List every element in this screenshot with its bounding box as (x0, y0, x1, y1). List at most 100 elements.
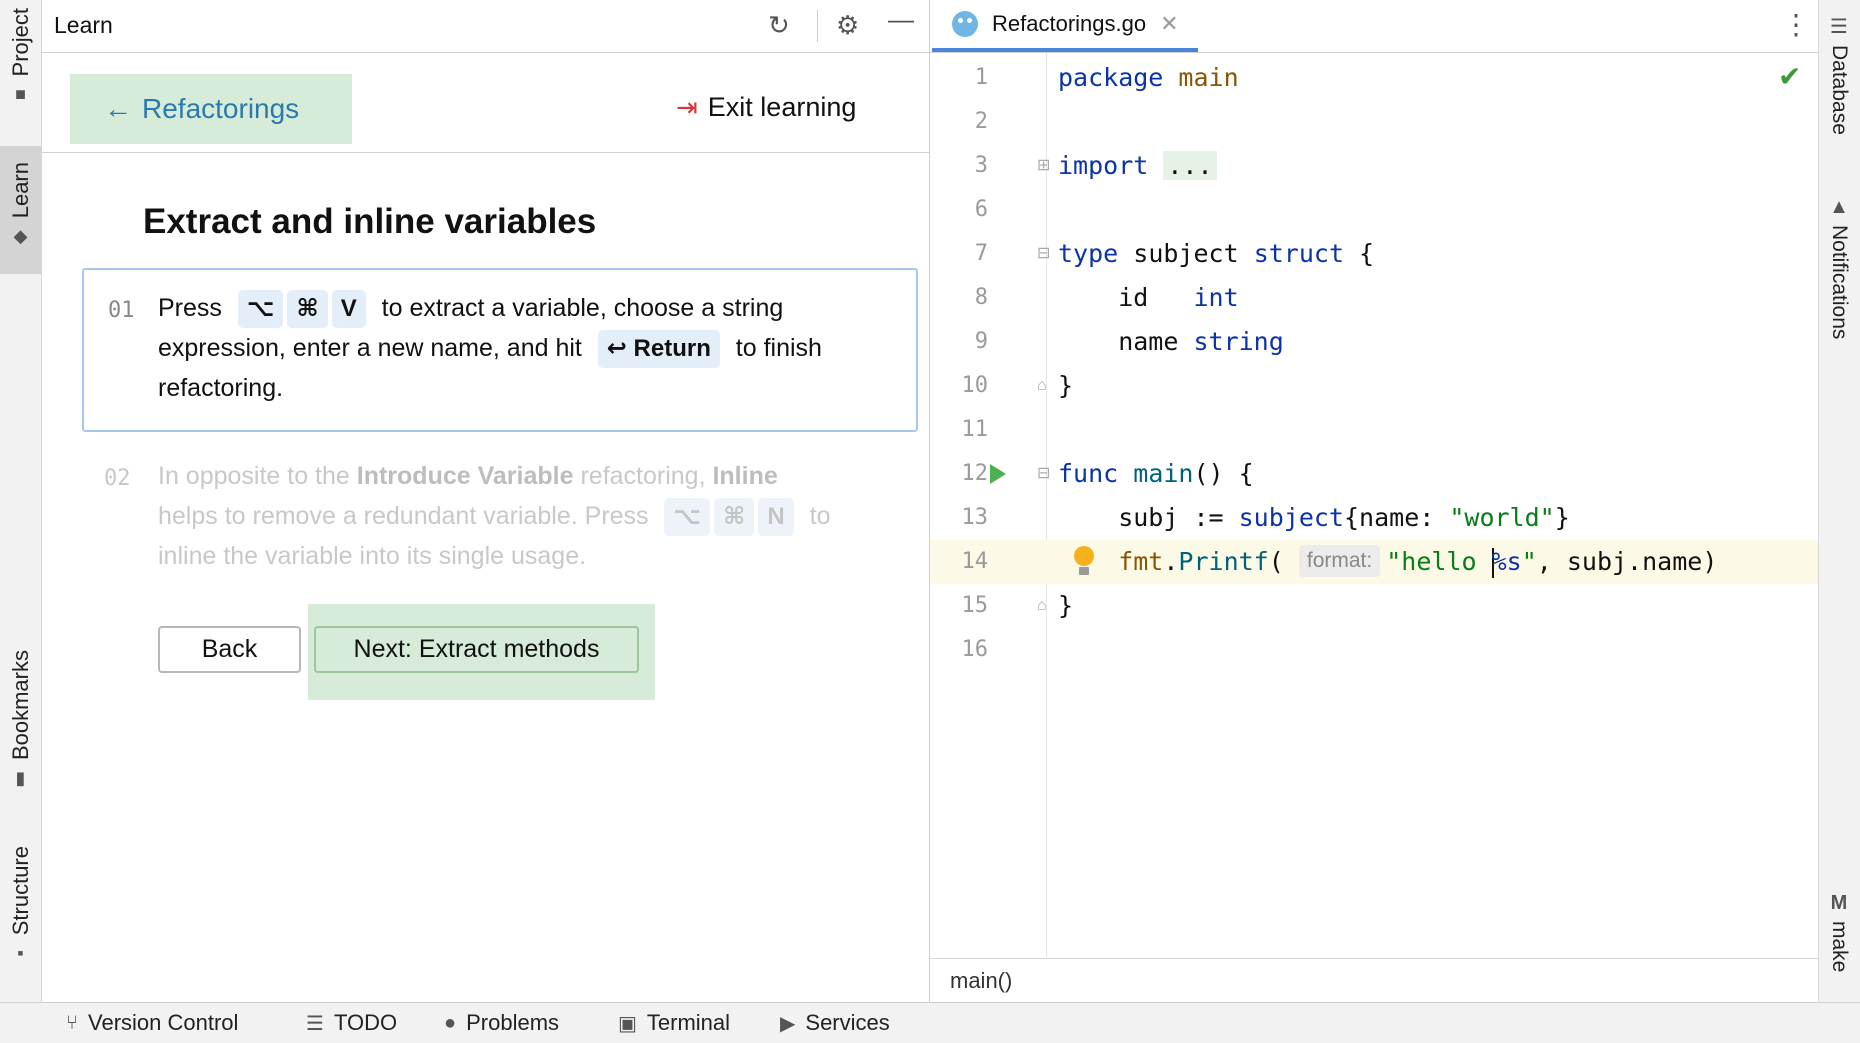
line-number: 9 (974, 329, 988, 354)
step-2-text-d: to (809, 502, 831, 530)
back-link-label: Refactorings (142, 93, 300, 124)
todo-label: TODO (333, 1010, 398, 1035)
services-icon: ▶ (780, 1012, 796, 1035)
code-text: fmt.Printf( format: "hello %s", subj.name… (1058, 545, 1718, 578)
fold-expand-icon[interactable]: ⊞ (1037, 144, 1050, 188)
code-line[interactable]: 6 (930, 188, 1818, 232)
run-icon[interactable] (990, 464, 1006, 484)
kbd-command-2: ⌘ (714, 498, 755, 536)
code-line[interactable]: 7 ⊟ type subject struct { (930, 232, 1818, 276)
learn-panel-header (42, 0, 929, 53)
database-tool-tab[interactable]: ☰ Database (1818, 14, 1860, 164)
bottom-tool-bar (0, 1002, 1860, 1043)
fold-end-icon[interactable]: ⌂ (1037, 364, 1047, 408)
step-2-bold-a: Introduce Variable (356, 462, 574, 490)
line-number: 13 (961, 505, 989, 530)
problems-label: Problems (466, 1010, 560, 1035)
line-number: 16 (961, 637, 989, 662)
code-text: type subject struct { (1058, 239, 1375, 268)
breadcrumb-bar (930, 958, 1818, 1003)
code-line[interactable]: 12 ⊟ func main() { (930, 452, 1818, 496)
code-line[interactable]: 8 id int (930, 276, 1818, 320)
line-number: 11 (961, 417, 989, 442)
go-file-icon (952, 11, 978, 37)
step-2-number: 02 (104, 466, 131, 491)
exit-learning-button[interactable]: ⇥ Exit learning (676, 92, 856, 123)
code-line[interactable]: 10 ⌂ } (930, 364, 1818, 408)
terminal-label: Terminal (646, 1010, 731, 1035)
step-2-text-e: inline the variable into its single usag… (158, 542, 587, 570)
step-1-number: 01 (108, 298, 135, 323)
minimize-icon[interactable]: — (888, 4, 914, 35)
close-icon[interactable]: ✕ (1160, 11, 1178, 37)
step-2-text: In opposite to the Introduce Variable re… (158, 456, 918, 576)
gear-icon[interactable]: ⚙ (836, 10, 859, 41)
step-1-text-d: refactoring. (158, 374, 284, 402)
bookmarks-tab-label: Bookmarks (7, 650, 33, 761)
code-line[interactable]: 11 (930, 408, 1818, 452)
make-tool-tab[interactable]: M make (1818, 892, 1860, 992)
lesson-title: Extract and inline variables (143, 202, 597, 241)
step-1-text-c: to finish (735, 334, 822, 362)
code-line[interactable]: 2 (930, 100, 1818, 144)
bookmark-icon: ▮ (15, 768, 26, 789)
learn-tab-label: Learn (7, 162, 33, 219)
step-1-text: Press ⌥ ⌘ V to extract a variable, choose … (158, 288, 908, 408)
back-to-refactorings-link[interactable]: ← Refactorings (70, 74, 352, 144)
folded-imports[interactable]: ... (1163, 151, 1217, 180)
header-separator (817, 10, 818, 42)
line-number: 12 (961, 461, 989, 486)
code-text: subj := subject{name: "world"} (1058, 503, 1570, 532)
terminal-icon: ▣ (618, 1012, 637, 1035)
line-number: 15 (961, 593, 989, 618)
project-tool-tab[interactable]: Project ■ (0, 8, 41, 112)
code-line[interactable]: 15 ⌂ } (930, 584, 1818, 628)
line-number: 14 (961, 549, 989, 574)
fold-end-icon[interactable]: ⌂ (1037, 584, 1047, 628)
version-control-tab[interactable]: ⑂ Version Control (66, 1010, 238, 1036)
restart-icon[interactable]: ↻ (768, 10, 790, 41)
structure-tool-tab[interactable]: Structure ▪ (0, 846, 41, 982)
graduation-cap-icon: ◆ (13, 226, 28, 247)
line-number: 3 (974, 153, 988, 178)
next-extract-methods-button[interactable]: Next: Extract methods (314, 626, 639, 673)
services-tab[interactable]: ▶ Services (780, 1010, 890, 1036)
step-2-bold-b: Inline (712, 462, 778, 490)
line-number: 8 (974, 285, 988, 310)
code-text: package main (1058, 63, 1239, 92)
code-line[interactable]: 3 ⊞ import ... (930, 144, 1818, 188)
step-2-text-b: refactoring, (573, 462, 713, 490)
learn-panel-title: Learn (54, 12, 113, 38)
structure-tab-label: Structure (7, 846, 33, 936)
code-line[interactable]: 16 (930, 628, 1818, 672)
learn-tool-tab[interactable]: Learn ◆ (0, 146, 41, 274)
terminal-tab[interactable]: ▣ Terminal (618, 1010, 730, 1036)
code-text: } (1058, 371, 1074, 400)
fold-collapse-icon[interactable]: ⊟ (1037, 232, 1050, 276)
step-2-text-c: helps to remove a redundant variable. Pr… (158, 502, 649, 530)
arrow-left-icon: ← (104, 93, 132, 124)
fold-collapse-icon[interactable]: ⊟ (1037, 452, 1050, 496)
code-text: } (1058, 591, 1074, 620)
problems-tab[interactable]: ● Problems (444, 1010, 559, 1036)
line-number: 1 (974, 65, 988, 90)
line-number: 2 (974, 109, 988, 134)
breadcrumb[interactable]: main() (950, 968, 1012, 994)
make-icon: M (1830, 892, 1848, 914)
back-button[interactable]: Back (158, 626, 301, 673)
code-line[interactable]: 1 package main (930, 56, 1818, 100)
more-options-icon[interactable]: ⋮ (1782, 8, 1810, 41)
todo-tab[interactable]: ☰ TODO (306, 1010, 397, 1036)
editor-tab-refactorings-go[interactable]: Refactorings.go ✕ (932, 0, 1198, 52)
kbd-n: N (758, 498, 794, 536)
step-1-text-b: expression, enter a new name, and hit (158, 334, 582, 362)
exit-icon: ⇥ (676, 92, 698, 122)
notifications-tool-tab[interactable]: ▲ Notifications (1818, 196, 1860, 366)
bookmarks-tool-tab[interactable]: Bookmarks ▮ (0, 650, 41, 806)
parameter-hint: format: (1298, 545, 1381, 577)
database-tab-label: Database (1828, 45, 1851, 135)
code-line[interactable]: 13 subj := subject{name: "world"} (930, 496, 1818, 540)
code-line-current[interactable]: 14 fmt.Printf( format: "hello %s", subj.n… (930, 540, 1818, 584)
kbd-return: ↩ Return (597, 330, 720, 368)
code-line[interactable]: 9 name string (930, 320, 1818, 364)
